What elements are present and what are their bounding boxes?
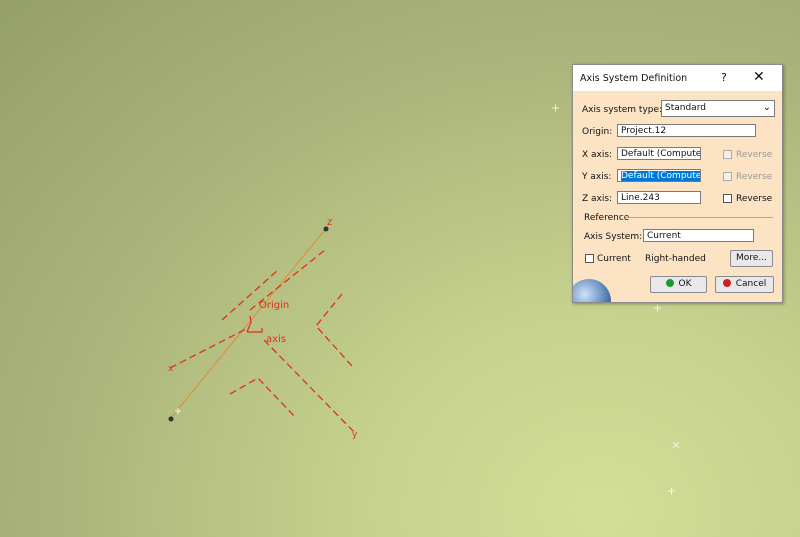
plus-mark-2 [654,304,661,312]
handedness-label: Right-handed [645,254,706,264]
label-axis: axis [266,334,286,345]
origin-label: Origin: [582,127,613,137]
axis-system-label: Axis System: [584,232,643,242]
x-axis-label: X axis: [582,150,613,160]
y-reverse-checkbox[interactable] [723,172,732,181]
z-axis-field[interactable]: Line.243 [617,191,701,204]
catia-globe-logo [573,279,611,302]
axis-system-field[interactable]: Current [643,229,754,242]
label-x: x [168,364,174,374]
current-checkbox[interactable] [585,254,594,263]
y-axis-field[interactable]: Default (Computed) [617,169,701,182]
reference-label: Reference [584,213,630,223]
dialog-title: Axis System Definition [580,73,688,84]
y-axis-label: Y axis: [582,172,612,182]
axis-system-type-select[interactable]: Standard ⌄ [661,100,775,117]
cancel-label: Cancel [735,279,767,289]
origin-field[interactable]: Project.12 [617,124,756,137]
plus-mark-3 [668,487,675,495]
y-axis-dash [263,339,357,435]
help-icon[interactable]: ? [721,71,727,84]
y-plane-corner-1 [315,293,353,367]
x-reverse-checkbox[interactable] [723,150,732,159]
plus-mark-1 [552,104,559,112]
plus-mark-4 [175,408,181,414]
ok-icon [665,279,674,287]
x-reverse-label: Reverse [736,150,773,160]
y-plane-corner-2 [229,377,297,419]
y-reverse-label: Reverse [736,172,773,182]
axis-system-type-value: Standard [665,103,706,113]
close-icon[interactable]: ✕ [753,69,765,85]
dialog-titlebar[interactable]: Axis System Definition ? ✕ [573,65,782,91]
reference-separator [625,217,773,218]
z-line-start-point[interactable] [168,416,174,422]
cross-mark [672,441,680,449]
z-reverse-checkbox[interactable] [723,194,732,203]
label-z: z [327,217,332,228]
label-y: y [352,430,358,440]
chevron-down-icon: ⌄ [762,102,771,113]
origin-marker[interactable] [246,315,263,333]
axis-system-preview [169,249,357,435]
y-axis-selected-text: Default (Computed) [621,171,700,181]
label-origin: Origin [259,300,289,311]
current-label: Current [597,254,631,264]
x-axis-dash [169,327,249,369]
cancel-button[interactable]: Cancel [715,276,774,293]
ok-label: OK [678,279,692,289]
axis-system-definition-dialog: Axis System Definition ? ✕ Axis system t… [572,64,783,303]
z-axis-line[interactable] [169,225,329,420]
z-reverse-label: Reverse [736,194,773,204]
x-axis-field[interactable]: Default (Computed) [617,147,701,160]
cancel-icon [722,279,731,287]
ok-button[interactable]: OK [650,276,707,293]
more-button[interactable]: More... [730,250,773,267]
axis-system-type-label: Axis system type: [582,105,663,115]
z-axis-label: Z axis: [582,194,613,204]
